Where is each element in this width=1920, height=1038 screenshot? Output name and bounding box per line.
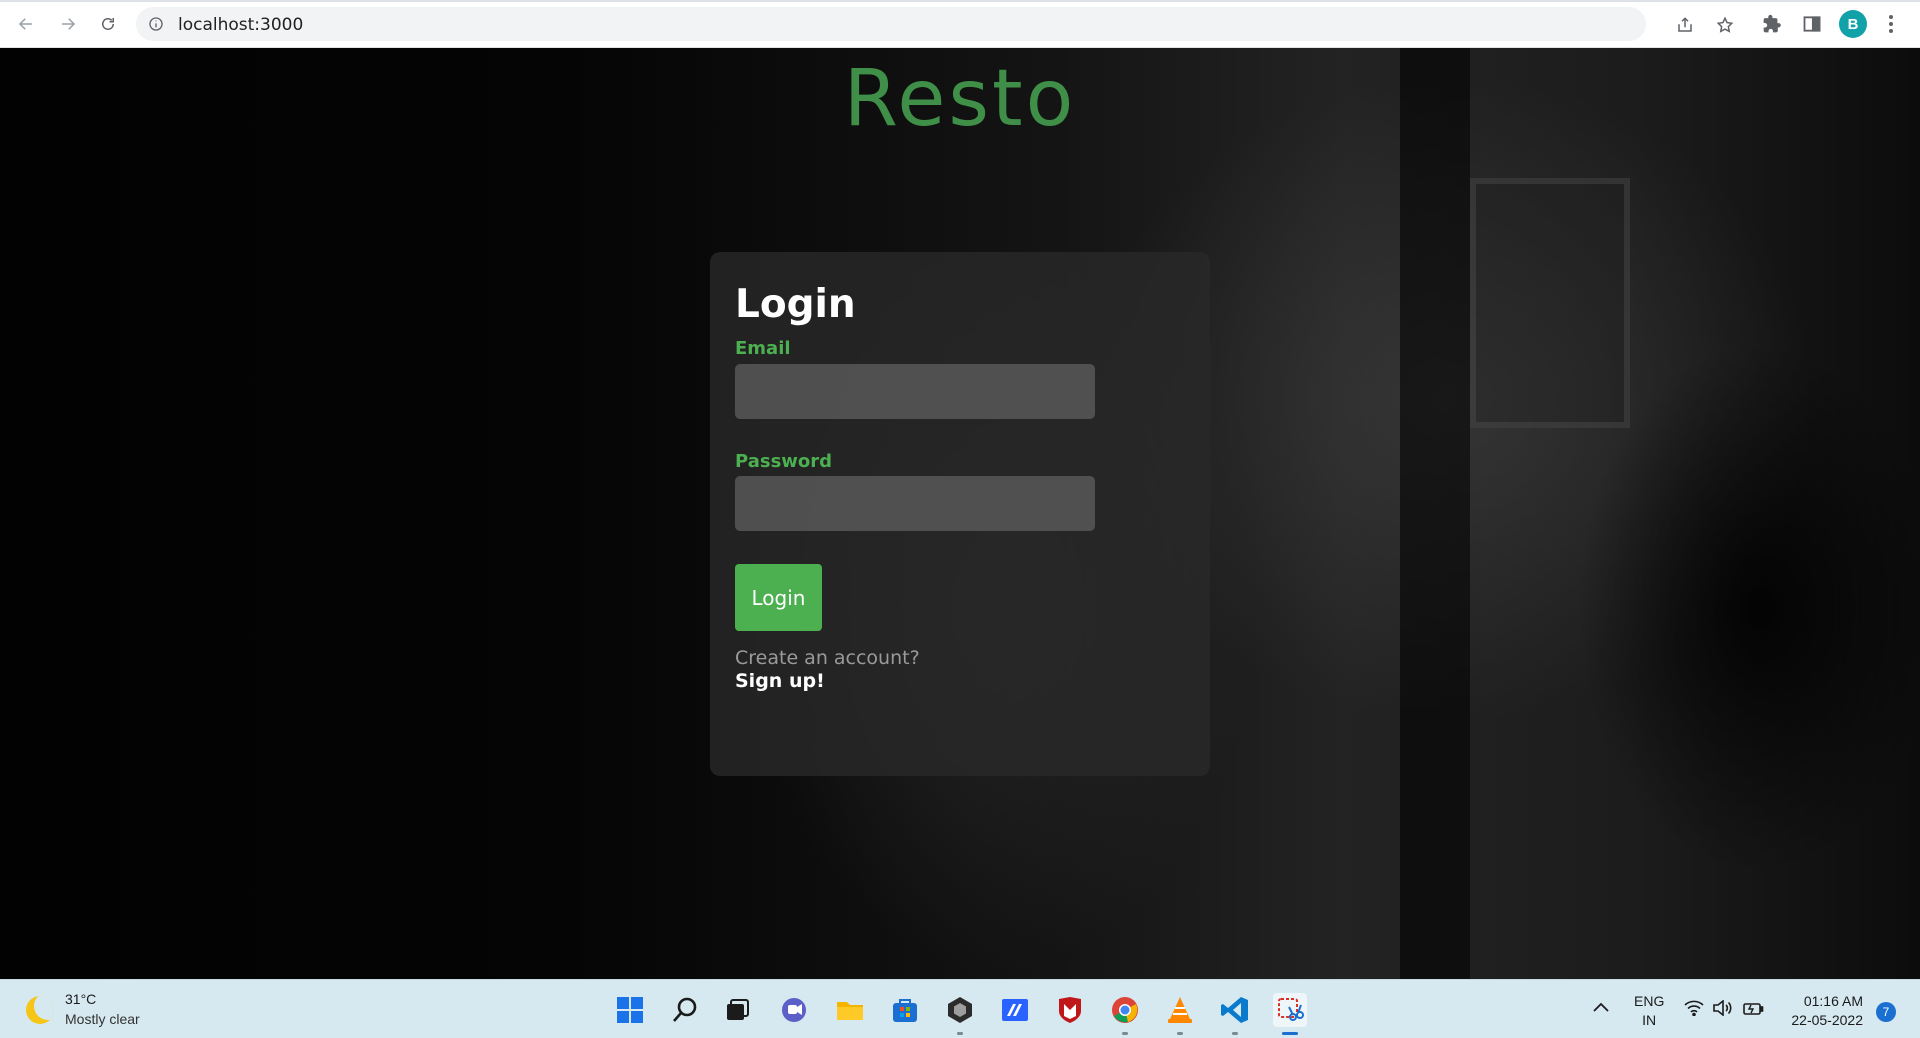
chat-icon[interactable] bbox=[777, 993, 811, 1027]
clock-date: 22-05-2022 bbox=[1791, 1012, 1863, 1028]
running-indicator bbox=[1177, 1032, 1183, 1035]
background-beam bbox=[1400, 48, 1470, 979]
start-icon[interactable] bbox=[613, 993, 647, 1027]
task-view-icon[interactable] bbox=[720, 993, 754, 1027]
vscode-icon[interactable] bbox=[1218, 993, 1252, 1035]
side-panel-icon[interactable] bbox=[1802, 14, 1822, 34]
taskbar: 31°C Mostly clear ENG IN 01:16 AM 22-05-… bbox=[0, 979, 1920, 1038]
puzzle-icon[interactable] bbox=[1762, 14, 1782, 34]
login-card: Login Email Password Login Create an acc… bbox=[710, 252, 1210, 776]
clock-time: 01:16 AM bbox=[1803, 993, 1863, 1009]
star-icon[interactable] bbox=[1716, 16, 1734, 34]
page-background: Resto Login Email Password Login Create … bbox=[0, 48, 1920, 979]
mcafee-icon[interactable] bbox=[1053, 993, 1087, 1027]
snipping-tool-icon[interactable] bbox=[1273, 993, 1307, 1035]
language-region: IN bbox=[1642, 1012, 1657, 1028]
create-account-text: Create an account? bbox=[735, 647, 920, 669]
language-indicator[interactable]: ENG IN bbox=[1634, 992, 1664, 1030]
language-code: ENG bbox=[1634, 993, 1665, 1009]
share-icon[interactable] bbox=[1676, 16, 1694, 34]
running-indicator bbox=[1232, 1032, 1238, 1035]
tab-strip-edge bbox=[0, 0, 1920, 2]
file-explorer-icon[interactable] bbox=[833, 993, 867, 1027]
url-text[interactable]: localhost:3000 bbox=[178, 15, 303, 35]
email-field[interactable] bbox=[735, 364, 1095, 419]
weather-desc[interactable]: Mostly clear bbox=[65, 1011, 140, 1027]
running-indicator bbox=[957, 1032, 963, 1035]
browser-toolbar: localhost:3000 B bbox=[0, 0, 1920, 48]
chrome-icon[interactable] bbox=[1108, 993, 1142, 1035]
active-indicator bbox=[1282, 1032, 1298, 1035]
back-arrow-icon[interactable] bbox=[12, 10, 40, 38]
weather-temp[interactable]: 31°C bbox=[65, 991, 96, 1007]
notification-badge[interactable]: 7 bbox=[1876, 1002, 1896, 1022]
password-field[interactable] bbox=[735, 476, 1095, 531]
login-title: Login bbox=[735, 282, 856, 327]
reload-icon[interactable] bbox=[94, 10, 122, 38]
running-indicator bbox=[1122, 1032, 1128, 1035]
search-icon[interactable] bbox=[668, 993, 702, 1027]
address-bar[interactable]: localhost:3000 bbox=[136, 7, 1734, 41]
speaker-icon[interactable] bbox=[1712, 999, 1732, 1021]
system-clock[interactable]: 01:16 AM 22-05-2022 bbox=[1783, 992, 1863, 1030]
store-icon[interactable] bbox=[888, 993, 922, 1027]
info-icon[interactable] bbox=[148, 16, 164, 32]
battery-icon[interactable] bbox=[1742, 1000, 1764, 1021]
vlc-icon[interactable] bbox=[1163, 993, 1197, 1035]
brand-logo: Resto bbox=[843, 54, 1077, 144]
unity-icon[interactable] bbox=[943, 993, 977, 1035]
background-window bbox=[1470, 178, 1630, 428]
password-label: Password bbox=[735, 451, 833, 472]
login-button[interactable]: Login bbox=[735, 564, 822, 631]
more-vert-icon[interactable] bbox=[1884, 12, 1898, 36]
forward-arrow-icon[interactable] bbox=[54, 10, 82, 38]
signup-link[interactable]: Sign up! bbox=[735, 670, 825, 692]
moon-icon[interactable] bbox=[26, 996, 54, 1024]
profile-avatar[interactable]: B bbox=[1839, 10, 1867, 38]
app-icon[interactable] bbox=[998, 993, 1032, 1027]
email-label: Email bbox=[735, 338, 791, 359]
wifi-icon[interactable] bbox=[1684, 1000, 1704, 1021]
chevron-up-icon[interactable] bbox=[1592, 1000, 1610, 1019]
